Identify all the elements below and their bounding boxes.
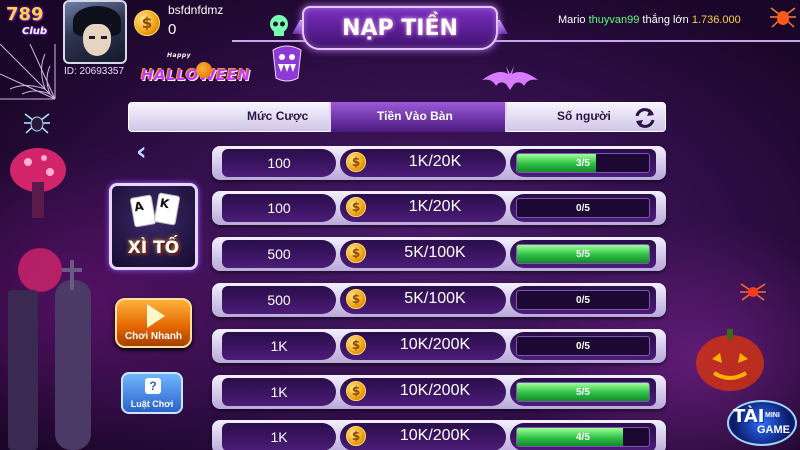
room-buyin: 10K/200K: [399, 427, 471, 444]
room-row[interactable]: 500 $ 5K/100K 5/5: [212, 237, 666, 271]
app-logo: 789 Club: [6, 4, 58, 48]
spider-icon: [770, 7, 796, 28]
game-name: XÌ TỐ: [127, 238, 180, 258]
room-buyin: 1K/20K: [408, 153, 462, 170]
logo-number: 789: [6, 4, 44, 25]
room-row[interactable]: 1K $ 10K/200K 0/5: [212, 329, 666, 363]
avatar[interactable]: [63, 0, 127, 64]
card-ace: A: [129, 194, 157, 228]
winner-feed-name: thuyvan99: [588, 14, 640, 26]
title-divider-left: [232, 40, 306, 42]
room-row[interactable]: 1K $ 10K/200K 5/5: [212, 375, 666, 409]
question-icon: ?: [145, 378, 161, 394]
winner-feed-prefix: Mario: [558, 14, 586, 26]
room-row[interactable]: 500 $ 5K/100K 0/5: [212, 283, 666, 317]
room-players-bar: 5/5: [516, 382, 650, 402]
winner-feed-amount: 1.736.000: [691, 14, 741, 26]
minigame-mini: MINI: [765, 412, 780, 419]
rules-button[interactable]: ? Luật Chơi: [121, 372, 183, 414]
room-row[interactable]: 100 $ 1K/20K 0/5: [212, 191, 666, 225]
room-row[interactable]: 100 $ 1K/20K 3/5: [212, 146, 666, 180]
bat-icon: [482, 66, 538, 90]
play-icon: [147, 304, 165, 328]
coin-icon: $: [346, 381, 366, 401]
spider-icon: [24, 113, 50, 134]
winner-feed-verb: thắng lớn: [642, 14, 689, 26]
spiderweb-icon: [0, 44, 56, 100]
back-icon[interactable]: ‹: [136, 139, 156, 166]
room-buyin: 10K/200K: [399, 382, 471, 399]
skull-icon: [270, 15, 288, 36]
room-buyin: 10K/200K: [399, 336, 471, 353]
halloween-banner-text: HALLOWEEN: [141, 66, 251, 84]
room-bet: 1K: [270, 429, 288, 445]
minigame-button[interactable]: TÀI MINI GAME: [727, 400, 797, 446]
coin-icon: $: [346, 197, 366, 217]
player-balance: 0: [168, 21, 177, 38]
room-players-bar: 5/5: [516, 244, 650, 264]
card-king-label: K: [158, 195, 171, 212]
coin-icon: $: [346, 289, 366, 309]
room-players-count: 5/5: [576, 387, 590, 398]
rules-label: Luật Chơi: [130, 399, 174, 409]
mushroom-decoration: [10, 148, 66, 218]
minigame-game: GAME: [757, 424, 790, 436]
coin-icon: $: [346, 243, 366, 263]
room-players-count: 0/5: [576, 341, 590, 352]
coin-icon: $: [346, 335, 366, 355]
refresh-icon[interactable]: [632, 106, 658, 130]
room-buyin: 5K/100K: [404, 244, 466, 261]
room-row[interactable]: 1K $ 10K/200K 4/5: [212, 420, 666, 450]
logo-club: Club: [22, 26, 48, 37]
player-id: ID: 20693357: [64, 66, 125, 77]
room-players-bar: 0/5: [516, 336, 650, 356]
room-bet: 1K: [270, 384, 288, 400]
monster-mascot-icon: [272, 45, 302, 82]
room-players-bar: 0/5: [516, 198, 650, 218]
card-king: K: [153, 192, 181, 226]
graveyard-decoration: [8, 248, 91, 450]
card-ace-label: A: [133, 198, 145, 215]
room-players-count: 4/5: [576, 432, 590, 443]
game-card-xi-to[interactable]: A K XÌ TỐ: [109, 183, 198, 270]
spider-icon: [740, 283, 766, 301]
room-players-bar: 0/5: [516, 290, 650, 310]
header-bet: Mức Cược: [247, 109, 309, 123]
room-players-count: 5/5: [576, 249, 590, 260]
header-players: Số người: [557, 109, 611, 123]
quick-play-label: Chơi Nhanh: [124, 331, 183, 342]
coin-icon: $: [134, 10, 160, 36]
room-table-header: Mức Cược Tiền Vào Bàn Số người: [128, 102, 666, 132]
room-players-bar: 4/5: [516, 427, 650, 447]
room-bet: 100: [267, 200, 291, 216]
room-buyin: 5K/100K: [404, 290, 466, 307]
room-bet: 500: [267, 292, 291, 308]
pumpkin-icon: [696, 329, 764, 391]
quick-play-button[interactable]: Chơi Nhanh: [115, 298, 192, 348]
room-buyin: 1K/20K: [408, 198, 462, 215]
winner-feed: Mario thuyvan99 thắng lớn 1.736.000: [558, 14, 741, 26]
room-bet: 1K: [270, 338, 288, 354]
room-players-count: 3/5: [576, 158, 590, 169]
room-players-count: 0/5: [576, 295, 590, 306]
room-bet: 100: [267, 155, 291, 171]
header-buyin: Tiền Vào Bàn: [377, 109, 453, 123]
halloween-banner-prefix: Happy: [167, 52, 192, 59]
room-players-count: 0/5: [576, 203, 590, 214]
halloween-banner[interactable]: Happy HALLOWEEN: [141, 52, 263, 86]
room-players-bar: 3/5: [516, 153, 650, 173]
title-divider-right: [494, 40, 800, 42]
coin-icon: $: [346, 426, 366, 446]
page-title: NẠP TIỀN: [302, 6, 498, 50]
player-username: bsfdnfdmz: [168, 3, 224, 17]
room-bet: 500: [267, 246, 291, 262]
coin-icon: $: [346, 152, 366, 172]
